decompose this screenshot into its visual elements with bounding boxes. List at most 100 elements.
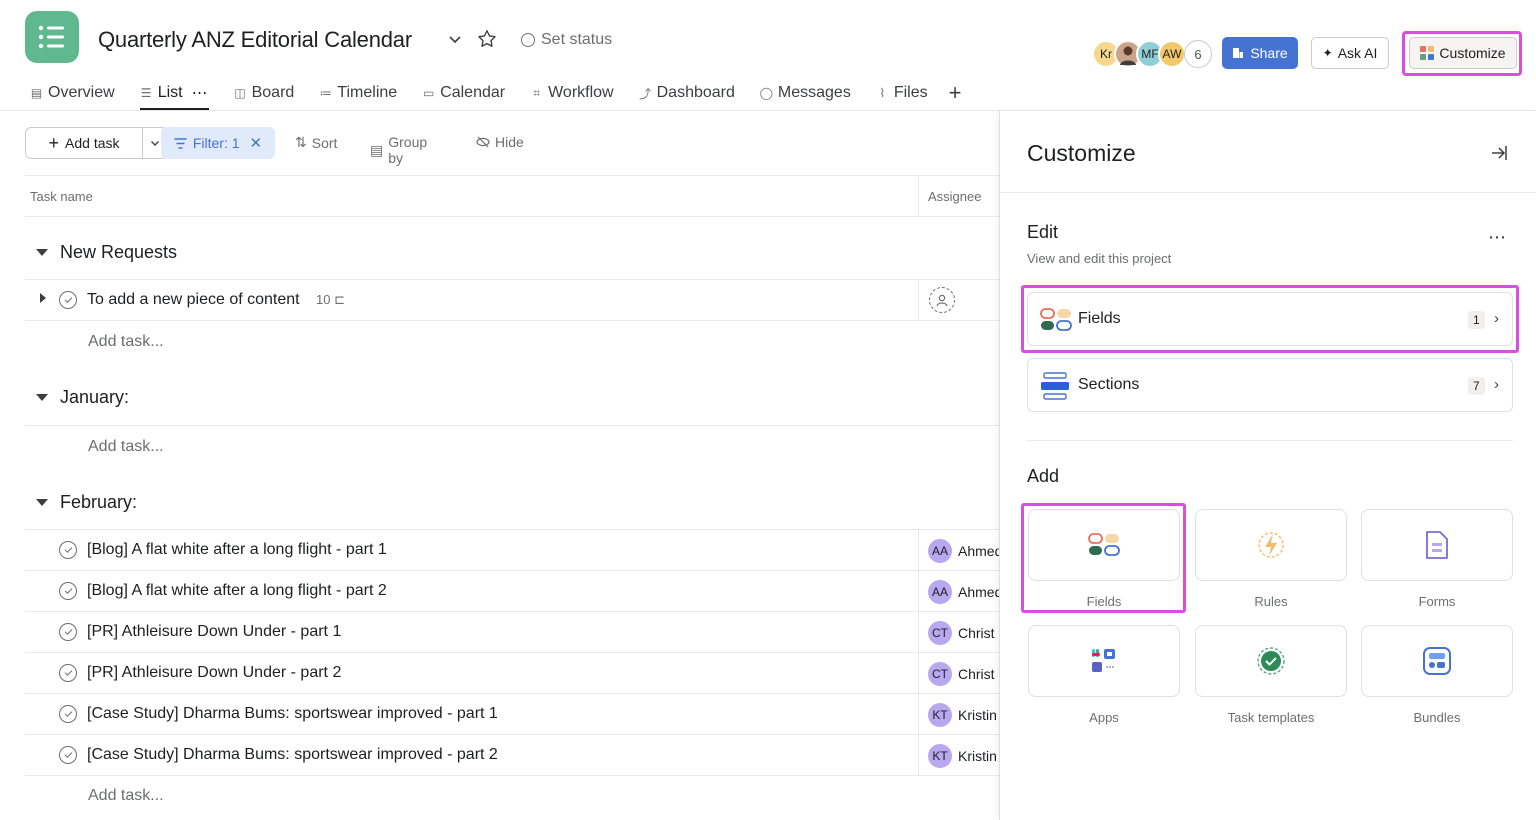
subtask-count[interactable]: 10 ⊏ (316, 292, 345, 307)
form-icon (1426, 531, 1448, 559)
complete-check-icon[interactable] (59, 291, 77, 309)
table-row[interactable]: [Case Study] Dharma Bums: sportswear imp… (25, 694, 1000, 735)
divider (1027, 440, 1513, 441)
complete-check-icon[interactable] (59, 623, 77, 641)
assignee-empty-icon[interactable] (929, 287, 955, 313)
collapse-panel-icon[interactable] (1488, 142, 1510, 164)
add-task-templates-tile[interactable] (1195, 625, 1347, 697)
collapse-triangle-icon[interactable] (36, 249, 48, 256)
add-task-button[interactable]: + Add task (25, 127, 143, 159)
project-list-icon[interactable] (25, 11, 79, 63)
count-badge: 1 (1468, 311, 1485, 329)
tab-workflow[interactable]: ⌗ Workflow (530, 84, 614, 102)
tab-messages[interactable]: ◯ Messages (760, 84, 851, 102)
close-icon[interactable]: ✕ (250, 134, 263, 152)
ask-ai-button[interactable]: ✦ Ask AI (1311, 37, 1389, 69)
hide-button[interactable]: Hide (476, 134, 524, 150)
add-apps-tile[interactable] (1028, 625, 1180, 697)
column-divider (918, 653, 919, 694)
table-row[interactable]: [PR] Athleisure Down Under - part 1 CT Ch… (25, 612, 1000, 653)
tab-label: Workflow (548, 84, 614, 101)
tab-label: Dashboard (656, 84, 735, 101)
complete-check-icon[interactable] (59, 664, 77, 682)
filter-button[interactable]: Filter: 1 ✕ (161, 127, 275, 159)
assignee-cell[interactable]: AA Ahmed (928, 539, 1000, 563)
more-options-icon[interactable]: ⋯ (1488, 227, 1507, 248)
task-title: [Case Study] Dharma Bums: sportswear imp… (87, 746, 498, 763)
assignee-name: Christ (958, 625, 995, 641)
assignee-cell[interactable]: CT Christ (928, 621, 1000, 645)
timeline-icon: ≔ (319, 86, 332, 100)
table-row[interactable]: To add a new piece of content 10 ⊏ (25, 280, 1000, 321)
complete-check-icon[interactable] (59, 582, 77, 600)
chevron-right-icon: › (1494, 376, 1499, 393)
table-row[interactable]: [Blog] A flat white after a long flight … (25, 571, 1000, 612)
section-title: January: (60, 387, 130, 407)
table-row[interactable]: [PR] Athleisure Down Under - part 2 CT Ch… (25, 653, 1000, 694)
assignee-cell[interactable]: KT Kristin (928, 744, 1000, 768)
edit-heading: Edit (1027, 222, 1059, 242)
add-task-inline[interactable]: Add task... (88, 787, 164, 805)
tile-label: Apps (1089, 710, 1119, 725)
assignee-cell[interactable]: CT Christ (928, 662, 1000, 686)
tab-calendar[interactable]: ▭ Calendar (422, 84, 505, 102)
edit-fields-card[interactable]: Fields 1 › (1027, 292, 1513, 346)
tab-list[interactable]: ☰ List ⋯ (139, 83, 209, 110)
set-status-button[interactable]: Set status (521, 31, 612, 49)
column-assignee[interactable]: Assignee (928, 189, 981, 204)
tab-files[interactable]: ⌇ Files (876, 84, 927, 102)
star-icon[interactable] (476, 28, 498, 50)
member-count[interactable]: 6 (1184, 40, 1212, 68)
project-title[interactable]: Quarterly ANZ Editorial Calendar (98, 27, 412, 53)
section-header[interactable]: New Requests (36, 242, 177, 263)
tile-label: Fields (1086, 594, 1122, 609)
share-button[interactable]: Share (1222, 37, 1298, 69)
column-divider (918, 612, 919, 653)
add-rules-tile[interactable] (1195, 509, 1347, 581)
add-forms-tile[interactable] (1361, 509, 1513, 581)
more-icon[interactable]: ⋯ (192, 83, 209, 103)
tab-timeline[interactable]: ≔ Timeline (319, 84, 397, 102)
building-icon (1233, 48, 1244, 58)
calendar-icon: ▭ (423, 86, 435, 100)
collapse-triangle-icon[interactable] (36, 394, 48, 401)
subtask-count-value: 10 (316, 292, 331, 307)
section-header[interactable]: January: (36, 387, 129, 408)
chevron-down-icon[interactable] (446, 30, 464, 48)
assignee-cell[interactable]: KT Kristin (928, 703, 1000, 727)
add-task-inline[interactable]: Add task... (88, 333, 164, 351)
add-bundles-tile[interactable] (1361, 625, 1513, 697)
count-badge: 7 (1468, 377, 1485, 395)
complete-check-icon[interactable] (59, 746, 77, 764)
dashboard-icon: ⤴ (639, 86, 652, 101)
lightning-icon (1258, 532, 1284, 558)
complete-check-icon[interactable] (59, 541, 77, 559)
tab-board[interactable]: ◫ Board (234, 84, 294, 102)
add-fields-tile[interactable] (1028, 509, 1180, 581)
avatar[interactable]: AW (1158, 40, 1186, 68)
table-row[interactable]: [Blog] A flat white after a long flight … (25, 530, 1000, 571)
sort-button[interactable]: ⇅ Sort (295, 134, 337, 151)
section-title: February: (60, 492, 138, 512)
complete-check-icon[interactable] (59, 705, 77, 723)
set-status-label: Set status (541, 31, 613, 48)
table-row[interactable]: [Case Study] Dharma Bums: sportswear imp… (25, 735, 1000, 776)
tab-overview[interactable]: ▤ Overview (30, 84, 115, 102)
member-avatars[interactable]: Kr MF AW 6 (1092, 38, 1212, 70)
add-tab-icon[interactable]: + (949, 82, 962, 104)
collapse-triangle-icon[interactable] (36, 499, 48, 506)
expand-triangle-icon[interactable] (40, 293, 46, 303)
assignee-cell[interactable]: AA Ahmed (928, 580, 1000, 604)
section-title: New Requests (60, 242, 178, 262)
customize-button[interactable]: Customize (1409, 37, 1517, 69)
add-task-inline[interactable]: Add task... (88, 438, 164, 456)
column-divider[interactable] (918, 176, 919, 217)
project-tabs: ▤ Overview ☰ List ⋯ ◫ Board ≔ Timeline ▭ Calen… (30, 82, 962, 110)
section-header[interactable]: February: (36, 492, 137, 513)
group-by-button[interactable]: ▤ Group by (370, 134, 427, 166)
status-circle-icon (521, 33, 535, 47)
tab-dashboard[interactable]: ⤴ Dashboard (639, 84, 735, 102)
avatar: KT (928, 703, 952, 727)
column-task-name[interactable]: Task name (30, 189, 93, 204)
edit-sections-card[interactable]: Sections 7 › (1027, 358, 1513, 412)
